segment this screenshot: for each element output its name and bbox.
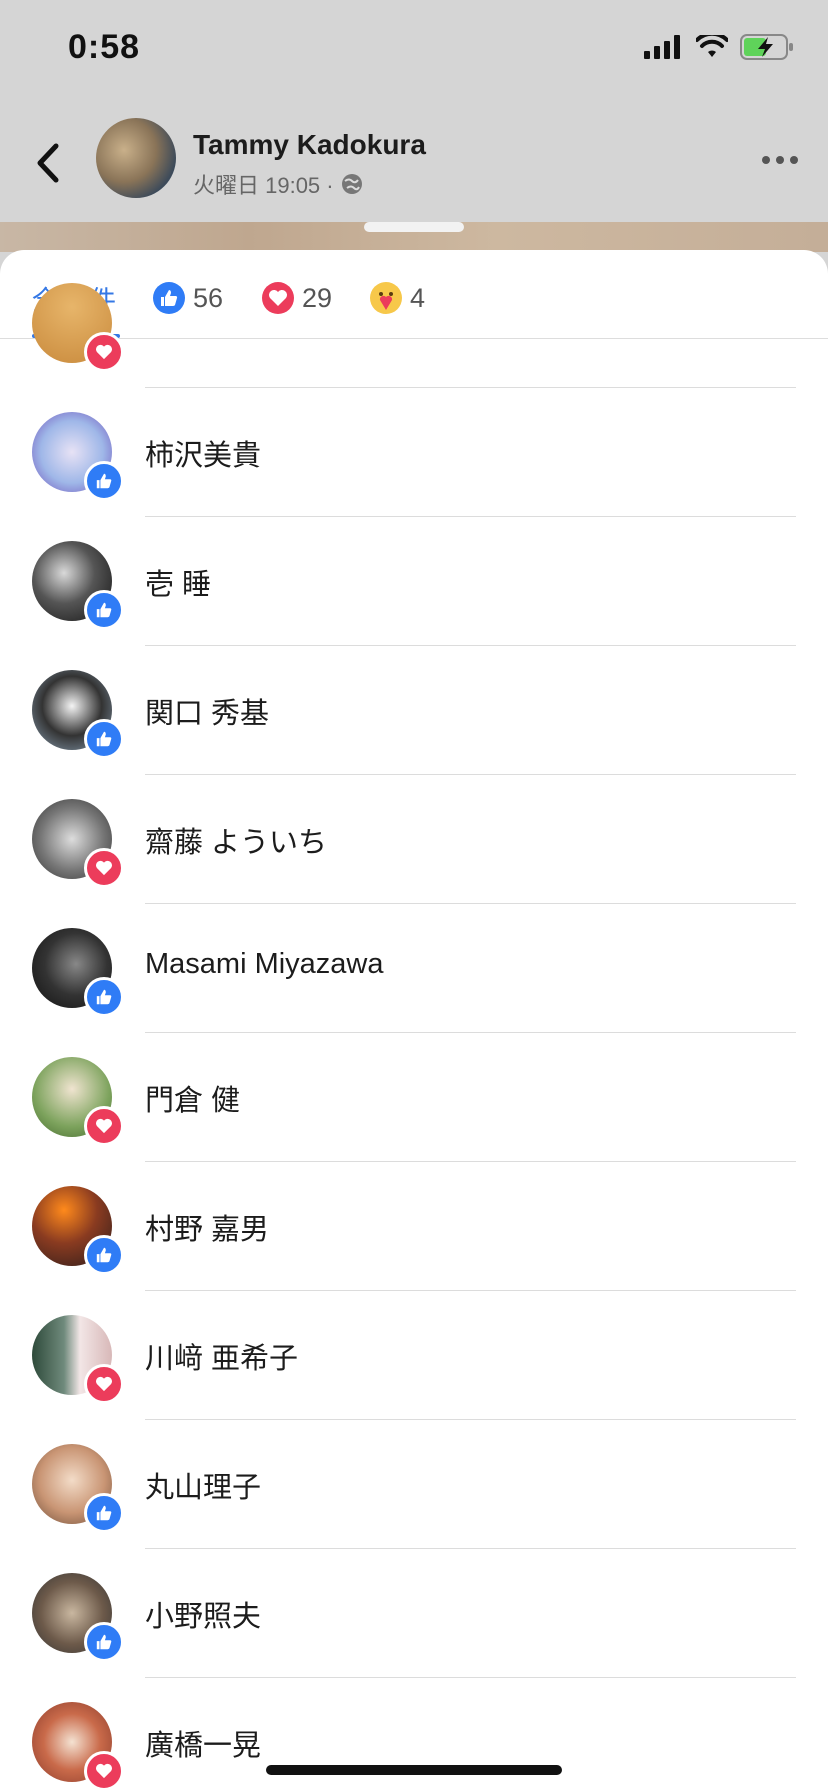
love-badge-icon (84, 1751, 124, 1791)
list-item[interactable]: 小野照夫 (0, 1549, 828, 1678)
post-meta: 火曜日 19:05 · (193, 168, 364, 200)
reactor-name[interactable]: 関口 秀基 (145, 690, 269, 732)
love-badge-icon (84, 1364, 124, 1404)
reactor-name[interactable]: 小野照夫 (145, 1593, 261, 1635)
like-badge-icon (84, 1622, 124, 1662)
reactions-sheet: 全89件 56 29 4 柿沢美貴壱 睡関口 秀基 (0, 250, 828, 1792)
like-badge-icon (84, 461, 124, 501)
reactor-name[interactable]: 齋藤 よういち (145, 819, 327, 861)
like-badge-icon (84, 977, 124, 1017)
reactor-name[interactable]: 柿沢美貴 (145, 432, 261, 474)
reactor-name[interactable]: 廣橋一晃 (145, 1722, 261, 1764)
list-item[interactable]: 川﨑 亜希子 (0, 1291, 828, 1420)
reactor-name[interactable]: 門倉 健 (145, 1077, 240, 1119)
more-dots-icon[interactable] (762, 156, 798, 164)
list-item[interactable]: 丸山理子 (0, 1420, 828, 1549)
home-indicator[interactable] (266, 1765, 562, 1775)
reactor-name[interactable]: 壱 睡 (145, 561, 211, 603)
list-item[interactable]: 柿沢美貴 (0, 388, 828, 517)
like-badge-icon (84, 719, 124, 759)
like-badge-icon (84, 590, 124, 630)
author-avatar[interactable] (96, 118, 176, 198)
post-timestamp: 火曜日 19:05 · (193, 173, 334, 198)
wifi-icon (696, 35, 728, 57)
like-badge-icon (84, 1235, 124, 1275)
list-item[interactable]: 壱 睡 (0, 517, 828, 646)
post-header: Tammy Kadokura 火曜日 19:05 · (0, 110, 828, 220)
love-badge-icon (84, 1106, 124, 1146)
list-item[interactable]: 関口 秀基 (0, 646, 828, 775)
author-name[interactable]: Tammy Kadokura (193, 129, 426, 161)
list-item[interactable]: 門倉 健 (0, 1033, 828, 1162)
list-item[interactable]: 齋藤 よういち (0, 775, 828, 904)
love-badge-icon (84, 332, 124, 372)
list-item[interactable] (0, 259, 828, 388)
reactor-name[interactable]: 村野 嘉男 (145, 1206, 269, 1248)
sheet-drag-handle[interactable] (364, 222, 464, 232)
reactor-name[interactable]: 川﨑 亜希子 (145, 1335, 298, 1377)
battery-charging-icon (740, 34, 793, 60)
reactor-name[interactable]: 丸山理子 (145, 1464, 261, 1506)
reactor-name[interactable]: Masami Miyazawa (145, 948, 384, 981)
love-badge-icon (84, 848, 124, 888)
signal-bars-icon (644, 35, 680, 59)
list-item[interactable]: 村野 嘉男 (0, 1162, 828, 1291)
status-bar: 0:58 (0, 0, 828, 100)
list-item[interactable]: Masami Miyazawa (0, 904, 828, 1033)
chevron-left-icon[interactable] (32, 140, 66, 186)
status-icons (644, 34, 794, 60)
globe-icon (341, 174, 362, 194)
status-time: 0:58 (68, 28, 141, 66)
like-badge-icon (84, 1493, 124, 1533)
